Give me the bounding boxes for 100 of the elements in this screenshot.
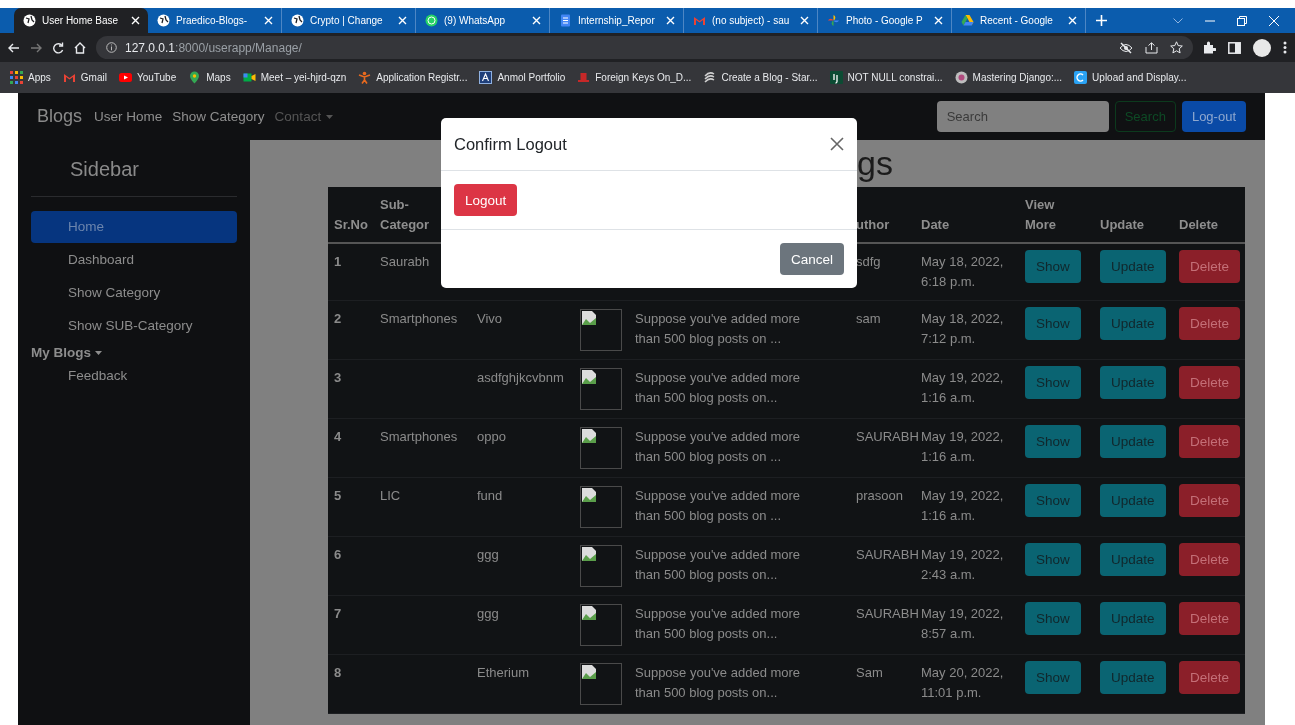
- close-tab-button[interactable]: [664, 14, 677, 27]
- table-cell: 3: [334, 370, 342, 385]
- delete-button[interactable]: Delete: [1179, 543, 1241, 576]
- bookmark[interactable]: Anmol Portfolio: [479, 71, 566, 84]
- triangle-icon: [961, 14, 974, 27]
- logout-button[interactable]: Logout: [454, 184, 518, 216]
- search-field[interactable]: Search: [936, 101, 1109, 132]
- table-cell: 2: [334, 311, 342, 326]
- table-cell: May 19, 2022, 2:43 a.m.: [921, 547, 1004, 582]
- forward-arrow-icon[interactable]: [30, 42, 42, 53]
- sidebar-dropdown[interactable]: My Blogs: [31, 343, 102, 362]
- sidebar-item[interactable]: Dashboard: [31, 244, 237, 276]
- mail-icon: [62, 71, 76, 84]
- close-tab-button[interactable]: [530, 14, 543, 27]
- sidebar-item[interactable]: Feedback: [31, 362, 237, 392]
- table-cell: LIC: [380, 488, 401, 503]
- close-tab-button[interactable]: [129, 14, 142, 27]
- pinwheel-icon: [827, 14, 840, 27]
- table-cell: asdfghjkcvbnm: [477, 370, 564, 385]
- delete-button[interactable]: Delete: [1179, 366, 1241, 399]
- delete-button[interactable]: Delete: [1179, 602, 1241, 635]
- table-cell: 8: [334, 665, 342, 680]
- column-header: uthor: [856, 216, 890, 234]
- table-cell-text: Suppose you've added more than 500 blog posts on...: [635, 605, 802, 643]
- bookmark[interactable]: Upload and Display...: [1074, 71, 1187, 84]
- globe-icon: [291, 14, 304, 27]
- swirl-icon: [703, 71, 717, 84]
- column-header: Delete: [1179, 216, 1219, 234]
- bookmark[interactable]: Maps: [188, 71, 231, 84]
- sidebar-item[interactable]: Home: [31, 211, 237, 243]
- bookmark[interactable]: YouTube: [118, 71, 177, 84]
- bookmark[interactable]: Apps: [10, 71, 51, 84]
- nav-link[interactable]: Show Category: [172, 109, 265, 124]
- close-tab-button[interactable]: [1066, 14, 1079, 27]
- column-header: View More: [1025, 196, 1057, 234]
- address-bar[interactable]: 127.0.0.1:8000/userapp/Manage/: [96, 36, 1193, 59]
- table-cell-text: Suppose you've added more than 500 blog posts on ...: [635, 310, 802, 348]
- caret-icon: [326, 114, 334, 119]
- logout-button[interactable]: Log-out: [1181, 101, 1246, 132]
- star-icon[interactable]: [1170, 41, 1183, 54]
- eye-slash-icon[interactable]: [1119, 41, 1133, 54]
- table-cell: ggg: [477, 606, 499, 621]
- column-header: Date: [921, 216, 950, 234]
- column-header: Sub-Categor: [380, 196, 430, 234]
- bookmark[interactable]: Foreign Keys On_D...: [577, 71, 692, 84]
- table-cell: May 19, 2022, 1:16 a.m.: [921, 429, 1004, 464]
- home-icon[interactable]: [74, 41, 86, 54]
- minimize-icon[interactable]: [1205, 19, 1215, 22]
- table-cell: 5: [334, 488, 342, 503]
- new-tab-button[interactable]: [1094, 13, 1109, 28]
- avatar[interactable]: [1253, 38, 1271, 57]
- table-cell-text: Suppose you've added more than 500 blog posts on...: [635, 664, 802, 702]
- table-cell: May 19, 2022, 1:16 a.m.: [921, 488, 1004, 523]
- mail-icon: [693, 14, 706, 27]
- table-cell: fund: [477, 488, 503, 503]
- reload-icon[interactable]: [52, 41, 64, 54]
- sidebar-item[interactable]: Show Category: [31, 277, 237, 309]
- side-panel-icon[interactable]: [1228, 41, 1241, 54]
- dj-icon: [829, 71, 843, 84]
- url-text: 127.0.0.1:8000/userapp/Manage/: [125, 40, 302, 55]
- back-arrow-icon[interactable]: [8, 42, 20, 53]
- close-tab-button[interactable]: [396, 14, 409, 27]
- puzzle-piece-icon[interactable]: [1203, 41, 1216, 54]
- bookmark[interactable]: Meet – yei-hjrd-qzn: [242, 71, 347, 84]
- bookmark[interactable]: Gmail: [62, 71, 107, 84]
- nav-link[interactable]: Contact: [274, 109, 334, 124]
- globe-icon: [23, 14, 36, 27]
- bookmark[interactable]: Mastering Django:...: [954, 71, 1063, 84]
- browser-tab[interactable]: User Home Base: [14, 8, 148, 33]
- more-options-icon[interactable]: [1283, 41, 1287, 54]
- table-cell: May 19, 2022, 8:57 a.m.: [921, 606, 1004, 641]
- letter-icon: [479, 71, 493, 84]
- table-cell: Smartphones: [380, 429, 458, 444]
- delete-button[interactable]: Delete: [1179, 307, 1241, 340]
- share-icon[interactable]: [1145, 41, 1158, 54]
- close-tab-button[interactable]: [798, 14, 811, 27]
- cancel-button[interactable]: Cancel: [779, 243, 844, 275]
- restore-icon[interactable]: [1237, 15, 1247, 26]
- delete-button[interactable]: Delete: [1179, 425, 1241, 458]
- column-header: Update: [1100, 216, 1145, 234]
- bookmark[interactable]: Application Registr...: [358, 71, 468, 84]
- hat-icon: [577, 71, 591, 84]
- sidebar-item[interactable]: Show SUB-Category: [31, 310, 237, 342]
- close-tab-button[interactable]: [262, 14, 275, 27]
- delete-button[interactable]: Delete: [1179, 250, 1241, 283]
- info-icon[interactable]: [106, 42, 117, 53]
- close-button[interactable]: [830, 137, 844, 151]
- bookmark[interactable]: NOT NULL constrai...: [829, 71, 943, 84]
- chevron-down-icon[interactable]: [1173, 17, 1183, 24]
- table-cell-text: Suppose you've added more than 500 blog posts on...: [635, 369, 802, 407]
- sidebar-title: Sidebar: [31, 140, 237, 197]
- delete-button[interactable]: Delete: [1179, 661, 1241, 694]
- close-tab-button[interactable]: [932, 14, 945, 27]
- brand-link[interactable]: Blogs: [37, 106, 83, 127]
- nav-link[interactable]: User Home: [94, 109, 163, 124]
- grid-icon: [10, 71, 23, 84]
- table-cell: ggg: [477, 547, 499, 562]
- bookmark[interactable]: Create a Blog - Star...: [703, 71, 818, 84]
- delete-button[interactable]: Delete: [1179, 484, 1241, 517]
- close-icon[interactable]: [1269, 15, 1279, 26]
